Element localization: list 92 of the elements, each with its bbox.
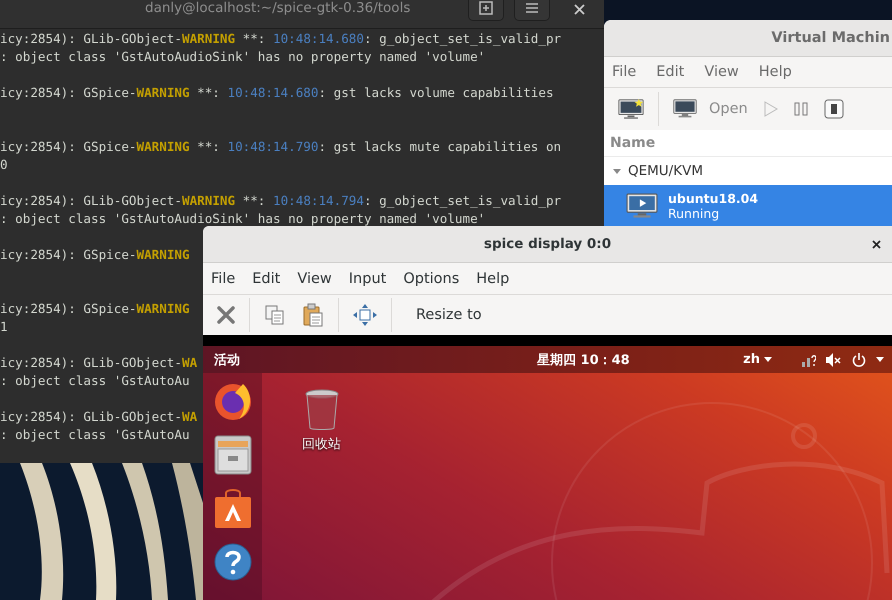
log-source: icy:2854): GSpice- [0, 138, 136, 156]
warning-label: WARNING [136, 300, 190, 318]
move-arrows-icon [353, 304, 377, 326]
software-launcher[interactable] [214, 489, 252, 529]
menu-item[interactable]: View [704, 64, 739, 80]
log-source: icy:2854): GLib-GObject- [0, 192, 182, 210]
menu-item[interactable]: File [211, 270, 236, 286]
log-line: : object class 'GstAutoAudioSink' has no property named 'volume' [0, 48, 486, 66]
close-icon [574, 4, 584, 14]
menu-item[interactable]: Edit [656, 64, 684, 80]
files-launcher[interactable] [214, 435, 252, 475]
new-tab-icon [478, 0, 494, 16]
log-message: : gst lacks volume capabilities [318, 84, 554, 102]
activities-button[interactable]: 活动 [214, 350, 240, 368]
monitor-icon [673, 99, 697, 119]
network-unknown-icon [802, 352, 816, 366]
log-source: icy:2854): GLib-GObject- [0, 408, 182, 426]
shutdown-button[interactable] [822, 97, 846, 121]
power-icon [852, 352, 866, 366]
log-timestamp: 10:48:14.790 [227, 138, 318, 156]
log-line: : object class 'GstAutoAudioSink' has no property named 'volume' [0, 210, 486, 228]
menu-item[interactable]: Input [348, 270, 386, 286]
log-timestamp: 10:48:14.794 [272, 192, 364, 210]
pause-icon [794, 102, 808, 116]
log-line: : object class 'GstAutoAu [0, 426, 190, 444]
clipboard-icon [302, 303, 324, 327]
caret-icon [876, 357, 884, 362]
close-connection-button[interactable] [215, 304, 237, 326]
menu-item[interactable]: Help [476, 270, 510, 286]
fit-screen-button[interactable] [351, 302, 379, 328]
monitor-play-icon [626, 192, 658, 218]
help-launcher[interactable] [214, 543, 252, 581]
warning-label: WARNING [182, 30, 236, 48]
log-line: : object class 'GstAutoAu [0, 372, 190, 390]
vm-status: Running [668, 206, 720, 220]
pause-button[interactable] [792, 100, 810, 118]
log-separator: **: [242, 30, 266, 48]
log-source: icy:2854): GLib-GObject- [0, 30, 182, 48]
menu-item[interactable]: View [297, 270, 332, 286]
log-source: icy:2854): GSpice- [0, 300, 136, 318]
firefox-icon [212, 381, 252, 421]
file-cabinet-icon [214, 435, 252, 475]
clock[interactable]: 星期四 10：48 [537, 350, 630, 368]
menu-icon [525, 2, 539, 14]
warning-label: WARNING [182, 192, 236, 210]
window-title: danly@localhost:~/spice-gtk-0.36/tools [145, 0, 410, 16]
shopping-bag-icon [214, 489, 252, 529]
close-icon [217, 306, 235, 324]
warning-label: WA [182, 354, 198, 372]
log-source: icy:2854): GSpice- [0, 246, 136, 264]
log-line: 1 [0, 318, 8, 336]
log-timestamp: 10:48:14.680 [272, 30, 364, 48]
browser-launcher[interactable] [212, 381, 252, 421]
close-icon [872, 240, 880, 248]
log-line: 0 [0, 156, 8, 174]
volume-muted-icon [826, 352, 842, 366]
log-separator: **: [196, 138, 221, 156]
menu-item[interactable]: Edit [252, 270, 280, 286]
new-tab-button[interactable] [468, 0, 504, 21]
vm-row[interactable]: ubuntu18.04 Running [604, 185, 892, 226]
warning-label: WARNING [136, 84, 190, 102]
window-title: spice display 0:0 [484, 236, 612, 252]
vm-name: ubuntu18.04 [668, 190, 758, 206]
play-icon [764, 101, 778, 117]
column-title: Name [610, 135, 656, 151]
log-timestamp: 10:48:14.680 [227, 84, 318, 102]
warning-label: WARNING [136, 138, 190, 156]
warning-label: WARNING [136, 246, 190, 264]
log-separator: **: [196, 84, 221, 102]
group-name: QEMU/KVM [628, 163, 703, 179]
help-icon [214, 543, 252, 581]
log-message: : g_object_set_is_valid_pr [364, 30, 562, 48]
log-source: icy:2854): GLib-GObject- [0, 354, 182, 372]
input-method-button[interactable]: zh [743, 352, 772, 367]
log-source: icy:2854): GSpice- [0, 84, 136, 102]
menu-item[interactable]: Help [758, 64, 792, 80]
caret-icon [764, 357, 772, 362]
menu-item[interactable]: File [612, 64, 636, 80]
power-switch-icon [824, 99, 844, 119]
log-message: : g_object_set_is_valid_pr [364, 192, 562, 210]
menu-item[interactable]: Options [403, 270, 460, 286]
resize-button[interactable]: Resize to [414, 305, 484, 325]
monitor-star-icon [618, 98, 644, 120]
window-title: Virtual Machin [771, 30, 890, 46]
log-message: : gst lacks mute capabilities on [318, 138, 562, 156]
copy-icon [264, 304, 286, 326]
log-separator: **: [242, 192, 266, 210]
tree-group-row[interactable]: QEMU/KVM [604, 157, 892, 185]
new-vm-button[interactable] [616, 96, 646, 122]
trash-icon [304, 389, 338, 431]
warning-label: WA [182, 408, 198, 426]
menu-button[interactable] [514, 0, 550, 21]
